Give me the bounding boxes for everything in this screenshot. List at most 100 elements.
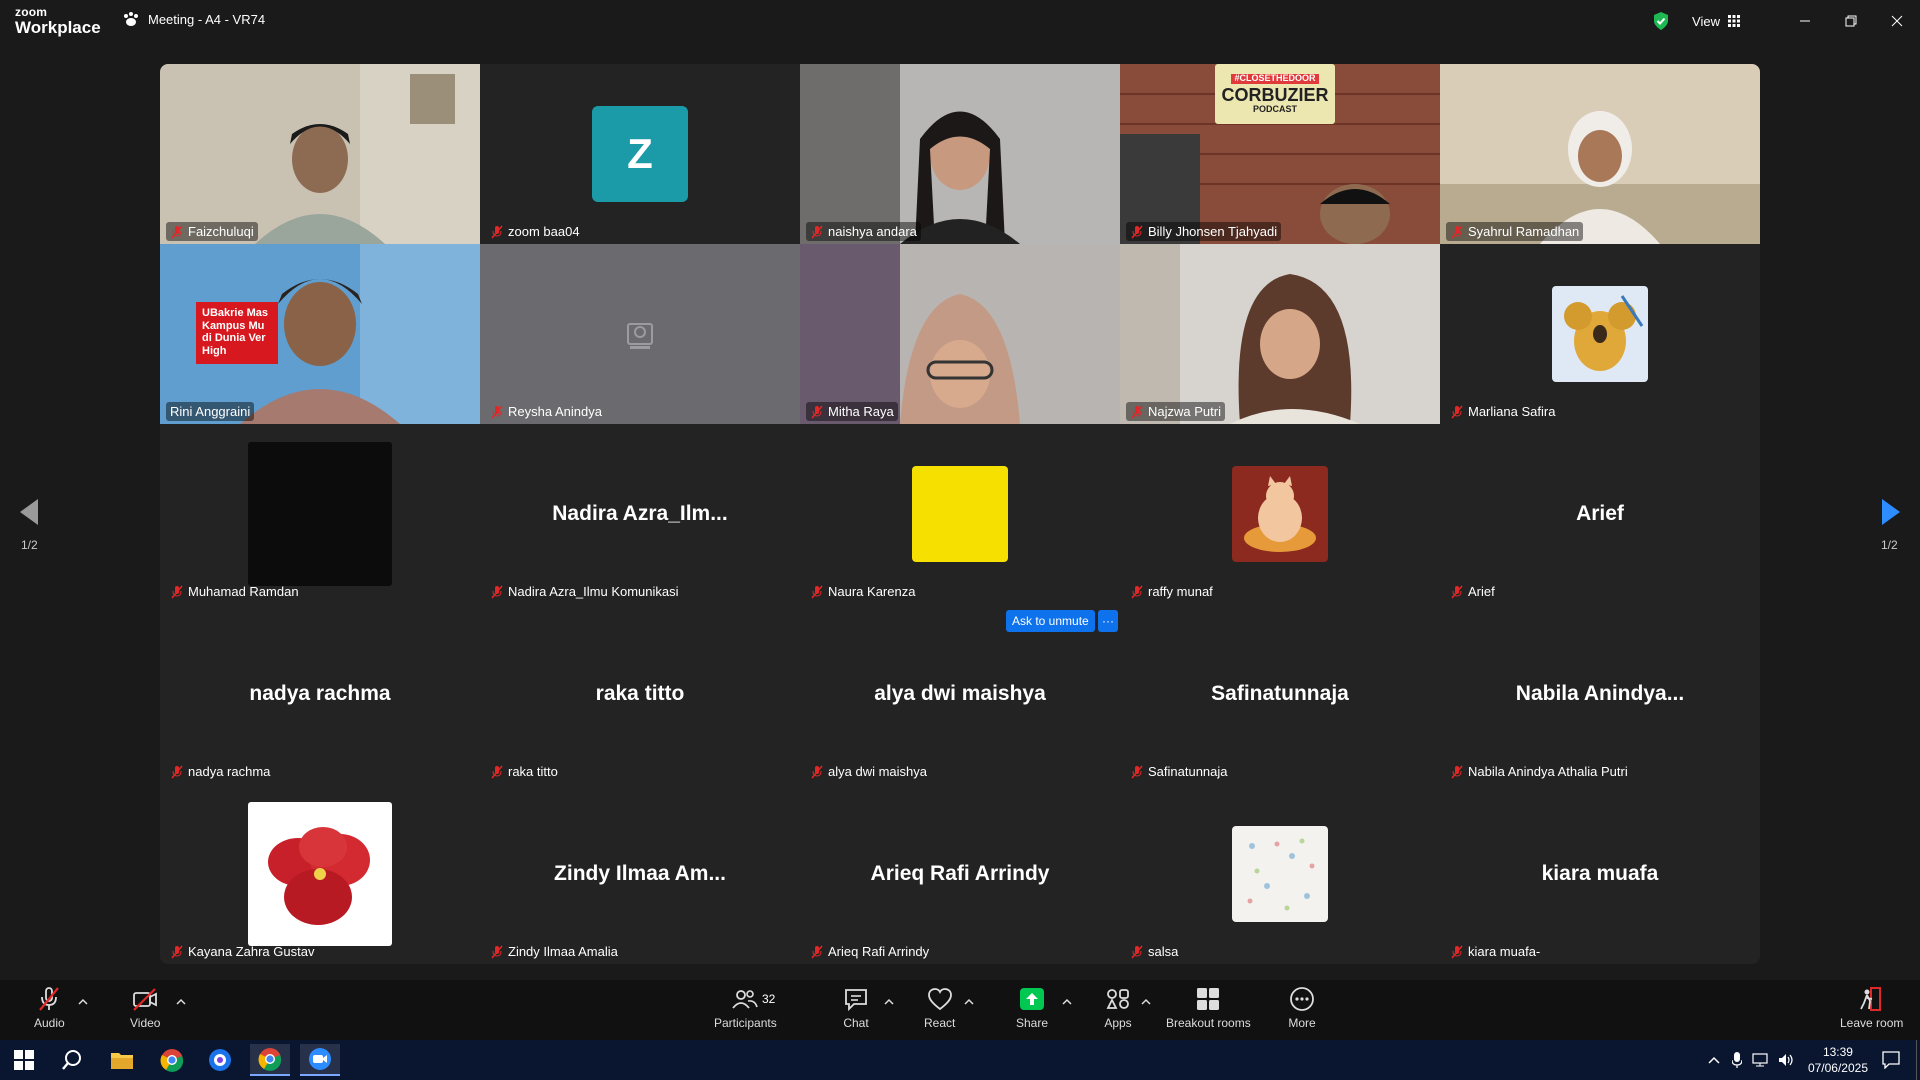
chevron-up-icon[interactable] xyxy=(1708,1056,1720,1064)
minimize-button[interactable] xyxy=(1782,0,1828,42)
zoom-app-button[interactable] xyxy=(300,1044,340,1076)
participant-name-label: zoom baa04 xyxy=(486,222,584,241)
restore-button[interactable] xyxy=(1828,0,1874,42)
logo-line1: zoom xyxy=(15,5,48,19)
more-button[interactable]: More xyxy=(1288,986,1316,1030)
video-tile[interactable]: salsa xyxy=(1120,784,1440,964)
participant-name-label: Muhamad Ramdan xyxy=(166,582,303,601)
meeting-info[interactable]: Meeting - A4 - VR74 xyxy=(122,11,265,27)
video-button[interactable]: Video xyxy=(130,986,160,1030)
folder-icon xyxy=(111,1053,133,1069)
video-tile[interactable]: Kayana Zahra Gustav xyxy=(160,784,480,964)
video-tile[interactable]: Najzwa Putri xyxy=(1120,244,1440,424)
participant-name: Muhamad Ramdan xyxy=(188,584,299,599)
video-tile[interactable]: #CLOSETHEDOOR CORBUZIER PODCAST Billy Jh… xyxy=(1120,64,1440,244)
show-desktop-button[interactable] xyxy=(1916,1040,1920,1080)
apps-button[interactable]: Apps xyxy=(1104,986,1132,1030)
chat-button[interactable]: Chat xyxy=(842,986,870,1030)
mic-muted-icon xyxy=(1451,225,1463,238)
participant-name: Zindy Ilmaa Amalia xyxy=(508,944,618,959)
video-tile[interactable]: raka titto raka titto xyxy=(480,604,800,784)
start-button[interactable] xyxy=(4,1044,44,1076)
breakout-rooms-button[interactable]: Breakout rooms xyxy=(1166,986,1251,1030)
chrome-button[interactable] xyxy=(152,1044,192,1076)
view-button[interactable]: View xyxy=(1692,14,1740,29)
react-button[interactable]: React xyxy=(924,986,955,1030)
encryption-shield-icon[interactable] xyxy=(1652,11,1670,31)
audio-button[interactable]: Audio xyxy=(34,986,65,1030)
grid-icon xyxy=(1728,15,1740,27)
mic-muted-icon xyxy=(491,765,503,778)
participant-name: raka titto xyxy=(508,764,558,779)
tile-more-options-button[interactable]: ··· xyxy=(1098,610,1118,632)
video-tile[interactable]: Syahrul Ramadhan xyxy=(1440,64,1760,244)
video-tile[interactable]: Muhamad Ramdan xyxy=(160,424,480,604)
participant-display-name: Safinatunnaja xyxy=(1211,682,1349,705)
search-icon xyxy=(62,1050,81,1070)
video-tile[interactable]: Nabila Anindya... Nabila Anindya Athalia… xyxy=(1440,604,1760,784)
video-tile[interactable]: Naura Karenza xyxy=(800,424,1120,604)
video-tile[interactable]: nadya rachma nadya rachma xyxy=(160,604,480,784)
chat-icon xyxy=(845,989,867,1012)
video-tile[interactable]: Arief Arief xyxy=(1440,424,1760,604)
chevron-up-icon[interactable] xyxy=(78,998,88,1006)
participant-name: Nabila Anindya Athalia Putri xyxy=(1468,764,1628,779)
participants-count: 32 xyxy=(762,992,776,1006)
participant-name: nadya rachma xyxy=(188,764,271,779)
video-tile[interactable]: Arieq Rafi Arrindy Arieq Rafi Arrindy xyxy=(800,784,1120,964)
video-tile[interactable]: Reysha Anindya xyxy=(480,244,800,424)
participant-name-label: Najzwa Putri xyxy=(1126,402,1225,421)
mic-muted-icon xyxy=(171,765,183,778)
video-off-icon xyxy=(133,988,158,1011)
browser-app-button[interactable] xyxy=(200,1044,240,1076)
participant-name-label: kiara muafa- xyxy=(1446,942,1544,961)
chevron-up-icon[interactable] xyxy=(1141,998,1151,1006)
file-explorer-button[interactable] xyxy=(102,1044,142,1076)
ask-to-unmute-button[interactable]: Ask to unmute xyxy=(1006,610,1095,632)
participant-name: kiara muafa- xyxy=(1468,944,1541,959)
next-page-arrow-icon[interactable] xyxy=(1878,496,1904,528)
search-button[interactable] xyxy=(52,1044,92,1076)
participant-name: Marliana Safira xyxy=(1468,404,1556,419)
chevron-up-icon[interactable] xyxy=(964,998,974,1006)
video-tile[interactable]: Z zoom baa04 xyxy=(480,64,800,244)
participant-name-label: Safinatunnaja xyxy=(1126,762,1232,781)
meeting-toolbar: Audio Video Participants 32 Chat React S… xyxy=(0,980,1920,1040)
participant-name-label: Billy Jhonsen Tjahyadi xyxy=(1126,222,1282,241)
video-tile[interactable]: Mitha Raya xyxy=(800,244,1120,424)
camera-off-icon xyxy=(627,323,653,349)
chevron-up-icon[interactable] xyxy=(1062,998,1072,1006)
video-tile[interactable]: raffy munaf xyxy=(1120,424,1440,604)
leave-room-icon xyxy=(1859,987,1881,1011)
participant-display-name: Nabila Anindya... xyxy=(1515,682,1685,705)
chrome-icon xyxy=(258,1048,282,1071)
volume-icon[interactable] xyxy=(1778,1053,1794,1067)
participant-display-name: alya dwi maishya xyxy=(874,682,1046,705)
previous-page-arrow-icon[interactable] xyxy=(16,496,42,528)
chevron-up-icon[interactable] xyxy=(884,998,894,1006)
participant-name: Faizchuluqi xyxy=(188,224,254,239)
clock-date: 07/06/2025 xyxy=(1807,1061,1868,1075)
video-tile[interactable]: naishya andara xyxy=(800,64,1120,244)
minimize-icon xyxy=(1800,20,1810,22)
share-button[interactable]: Share xyxy=(1016,986,1048,1030)
leave-room-button[interactable]: Leave room xyxy=(1840,986,1903,1030)
video-tile[interactable]: kiara muafa kiara muafa- xyxy=(1440,784,1760,964)
close-button[interactable] xyxy=(1874,0,1920,42)
video-tile[interactable]: Safinatunnaja Safinatunnaja xyxy=(1120,604,1440,784)
microphone-icon[interactable] xyxy=(1731,1052,1742,1068)
video-tile[interactable]: UBakrie Mas Kampus Mu di Dunia Ver High … xyxy=(160,244,480,424)
chevron-up-icon[interactable] xyxy=(176,998,186,1006)
clock[interactable]: 13:39 07/06/2025 xyxy=(1808,1044,1868,1076)
video-tile[interactable]: Zindy Ilmaa Am... Zindy Ilmaa Amalia xyxy=(480,784,800,964)
participant-name-label: Mitha Raya xyxy=(806,402,898,421)
notification-icon[interactable] xyxy=(1882,1051,1900,1069)
video-tile[interactable]: Marliana Safira xyxy=(1440,244,1760,424)
participant-name: raffy munaf xyxy=(1148,584,1213,599)
video-tile[interactable]: Nadira Azra_Ilm... Nadira Azra_Ilmu Komu… xyxy=(480,424,800,604)
participant-name: Safinatunnaja xyxy=(1148,764,1228,779)
chrome-active-button[interactable] xyxy=(250,1044,290,1076)
view-label: View xyxy=(1692,13,1720,29)
video-tile[interactable]: Faizchuluqi xyxy=(160,64,480,244)
network-icon[interactable] xyxy=(1752,1053,1768,1067)
